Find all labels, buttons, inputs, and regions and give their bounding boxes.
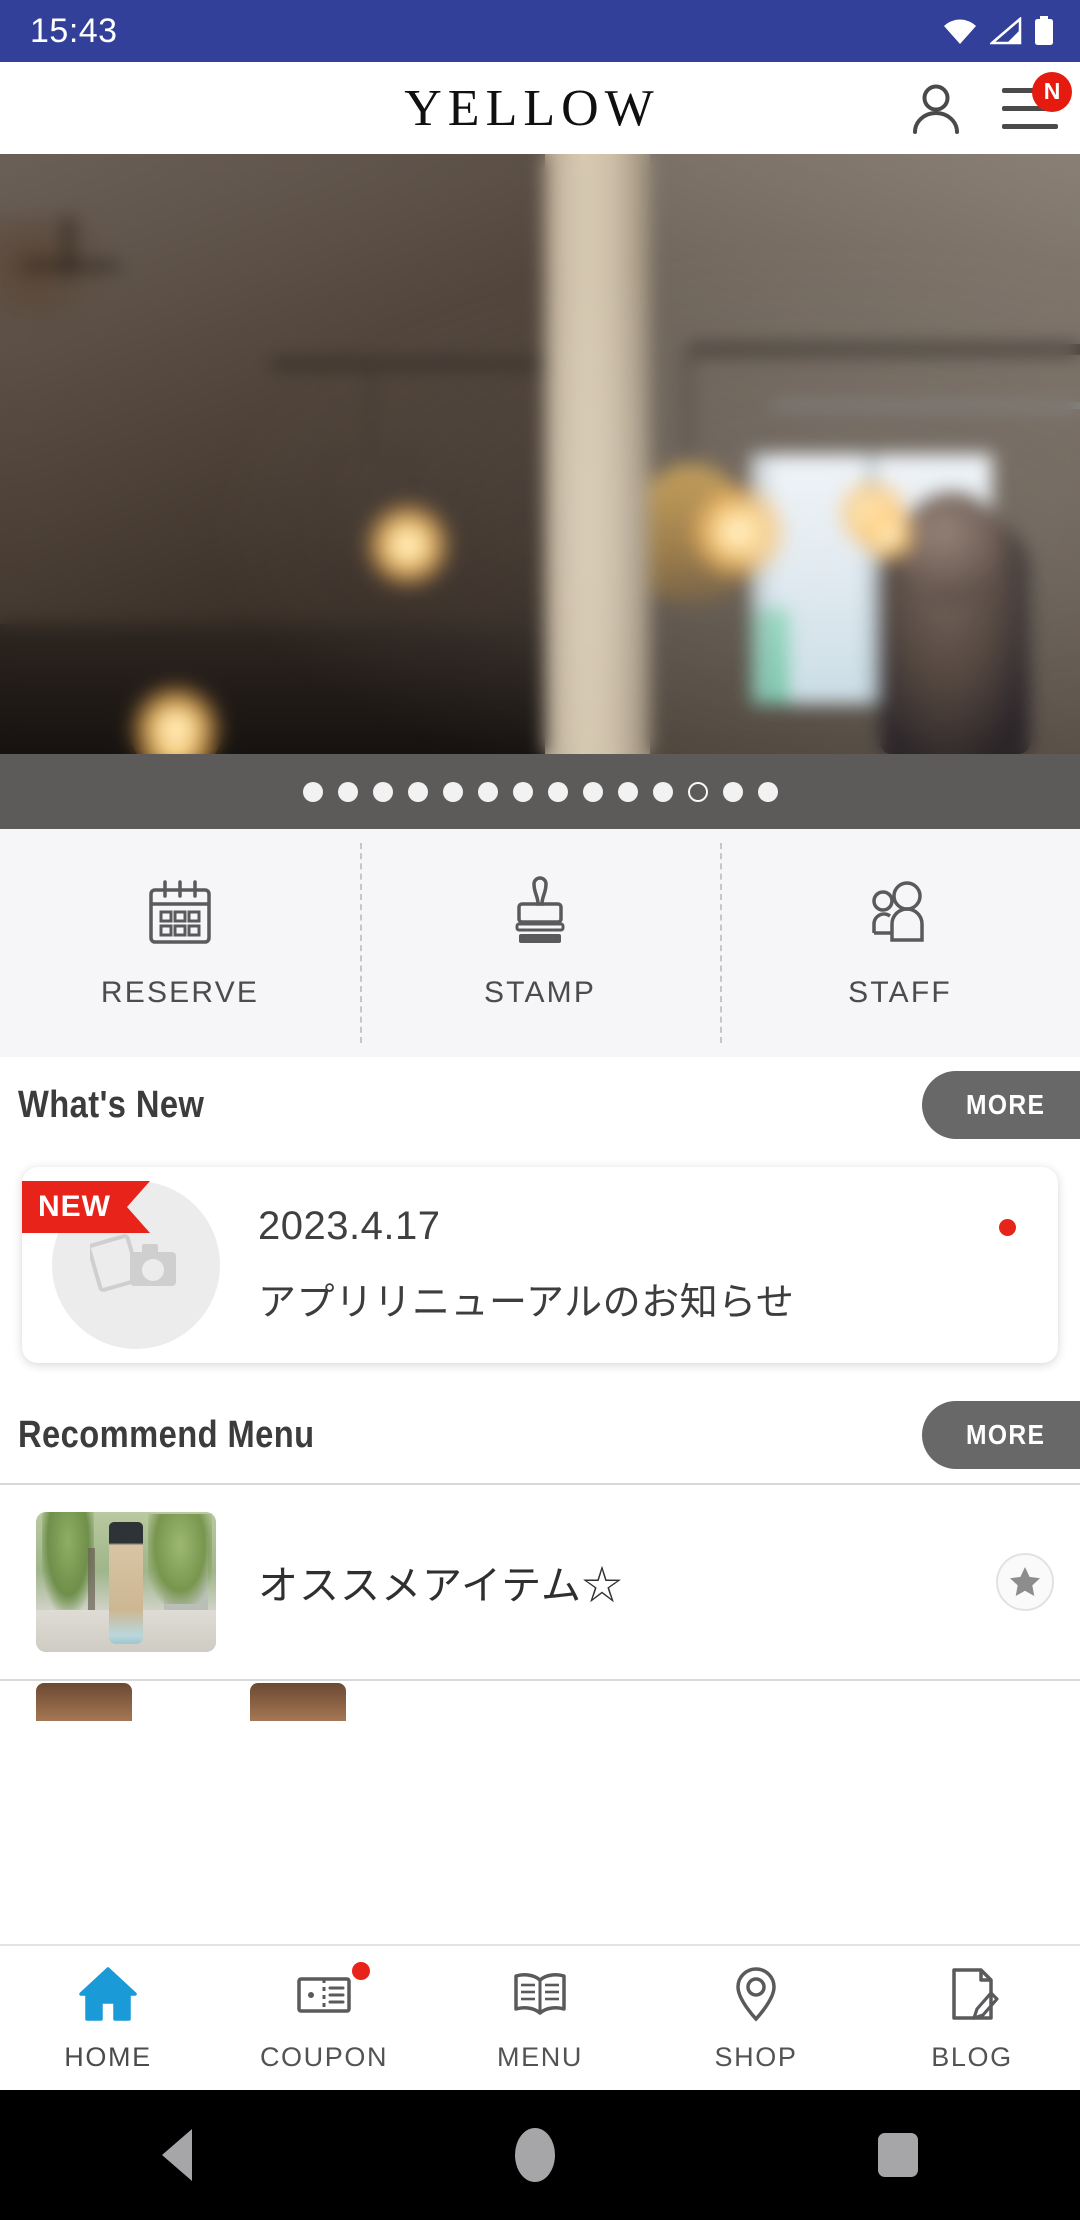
brand-logo: YELLOW (404, 79, 660, 137)
section-title: What's New (18, 1083, 205, 1126)
carousel-dot[interactable] (757, 781, 778, 802)
menu-row-partial[interactable] (0, 1679, 1080, 1721)
quick-actions: RESERVE STAMP STAFF (0, 829, 1080, 1057)
quick-action-stamp[interactable]: STAMP (360, 829, 720, 1057)
news-card[interactable]: NEW 2023.4.17 アプリリニューアルのお知らせ (22, 1167, 1058, 1363)
quick-action-label: STAMP (483, 976, 597, 1009)
back-triangle-icon[interactable] (161, 2129, 192, 2181)
recommend-menu-header: Recommend Menu MORE (0, 1387, 1080, 1483)
menu-button[interactable]: N (1002, 71, 1072, 129)
carousel-dot[interactable] (407, 781, 428, 802)
carousel-dot[interactable] (617, 781, 638, 802)
nav-item-blog[interactable]: BLOG (864, 1946, 1080, 2090)
hero-image (0, 154, 1080, 754)
carousel-dot[interactable] (372, 781, 393, 802)
favorite-button[interactable] (996, 1553, 1054, 1611)
location-pin-icon (725, 1963, 787, 2030)
document-pencil-icon (941, 1963, 1003, 2030)
nav-item-shop[interactable]: SHOP (648, 1946, 864, 2090)
menu-thumbnail-partial (36, 1683, 132, 1721)
book-icon (509, 1963, 571, 2030)
more-label: MORE (966, 1089, 1046, 1120)
photo-camera-placeholder-icon (90, 1234, 176, 1292)
nav-item-home[interactable]: HOME (0, 1946, 216, 2090)
nav-item-coupon[interactable]: COUPON (216, 1946, 432, 2090)
carousel-dot[interactable] (547, 781, 568, 802)
header-actions: N (908, 71, 1072, 136)
app-header: YELLOW N (0, 62, 1080, 154)
nav-item-label: MENU (497, 2042, 583, 2072)
unread-indicator (999, 1219, 1016, 1236)
quick-action-label: RESERVE (100, 976, 260, 1009)
recommend-menu-more-button[interactable]: MORE (922, 1401, 1080, 1469)
quick-action-reserve[interactable]: RESERVE (0, 829, 360, 1057)
carousel-dots[interactable] (0, 754, 1080, 829)
recommend-menu-list: オススメアイテム☆ (0, 1483, 1080, 1721)
home-circle-icon[interactable] (514, 2128, 555, 2182)
carousel-dot[interactable] (512, 781, 533, 802)
quick-action-staff[interactable]: STAFF (720, 829, 1080, 1057)
menu-thumbnail (36, 1512, 216, 1652)
whats-new-list: NEW 2023.4.17 アプリリニューアルのお知らせ (0, 1153, 1080, 1387)
cellular-signal-icon (990, 17, 1022, 45)
carousel-dot-active[interactable] (687, 781, 708, 802)
menu-badge: N (1032, 71, 1072, 112)
nav-item-label: HOME (64, 2042, 152, 2072)
people-icon (872, 881, 924, 942)
whats-new-more-button[interactable]: MORE (922, 1071, 1080, 1139)
quick-action-label: STAFF (848, 976, 952, 1009)
stamp-icon (515, 876, 565, 943)
menu-thumbnail-partial (250, 1683, 346, 1721)
menu-item-title: オススメアイテム☆ (258, 1564, 623, 1608)
status-time: 15:43 (30, 11, 118, 50)
nav-item-label: COUPON (259, 2042, 389, 2072)
carousel-dot[interactable] (652, 781, 673, 802)
section-title: Recommend Menu (18, 1413, 315, 1456)
coupon-icon (293, 1963, 355, 2030)
bottom-navigation: HOME COUPON MENU SHOP BLOG (0, 1944, 1080, 2090)
news-date: 2023.4.17 (258, 1204, 441, 1248)
person-icon (913, 84, 959, 134)
app-screen: 15:43 YELLOW N RESERVE STAMP STAFF What'… (0, 0, 1080, 2220)
carousel-dot[interactable] (582, 781, 603, 802)
more-label: MORE (966, 1419, 1046, 1450)
hero-carousel[interactable] (0, 154, 1080, 754)
account-button[interactable] (908, 80, 964, 136)
home-icon (77, 1963, 139, 2030)
carousel-dot[interactable] (722, 781, 743, 802)
menu-row[interactable]: オススメアイテム☆ (0, 1483, 1080, 1679)
recents-square-icon[interactable] (878, 2133, 919, 2177)
nav-item-label: BLOG (931, 2042, 1013, 2072)
news-text: 2023.4.17 アプリリニューアルのお知らせ (258, 1204, 794, 1326)
carousel-dot[interactable] (477, 781, 498, 802)
android-system-nav (0, 2090, 1080, 2220)
carousel-dot[interactable] (337, 781, 358, 802)
nav-badge-dot (352, 1962, 370, 1980)
nav-item-menu[interactable]: MENU (432, 1946, 648, 2090)
nav-item-label: SHOP (714, 2042, 798, 2072)
battery-icon (1035, 16, 1053, 45)
status-bar: 15:43 (0, 0, 1080, 62)
carousel-dot[interactable] (442, 781, 463, 802)
wifi-icon (944, 19, 976, 44)
news-title: アプリリニューアルのお知らせ (258, 1282, 795, 1324)
status-icons (942, 16, 1054, 46)
carousel-dot[interactable] (302, 781, 323, 802)
star-icon (1010, 1567, 1040, 1596)
whats-new-header: What's New MORE (0, 1057, 1080, 1153)
calendar-icon (149, 880, 211, 944)
